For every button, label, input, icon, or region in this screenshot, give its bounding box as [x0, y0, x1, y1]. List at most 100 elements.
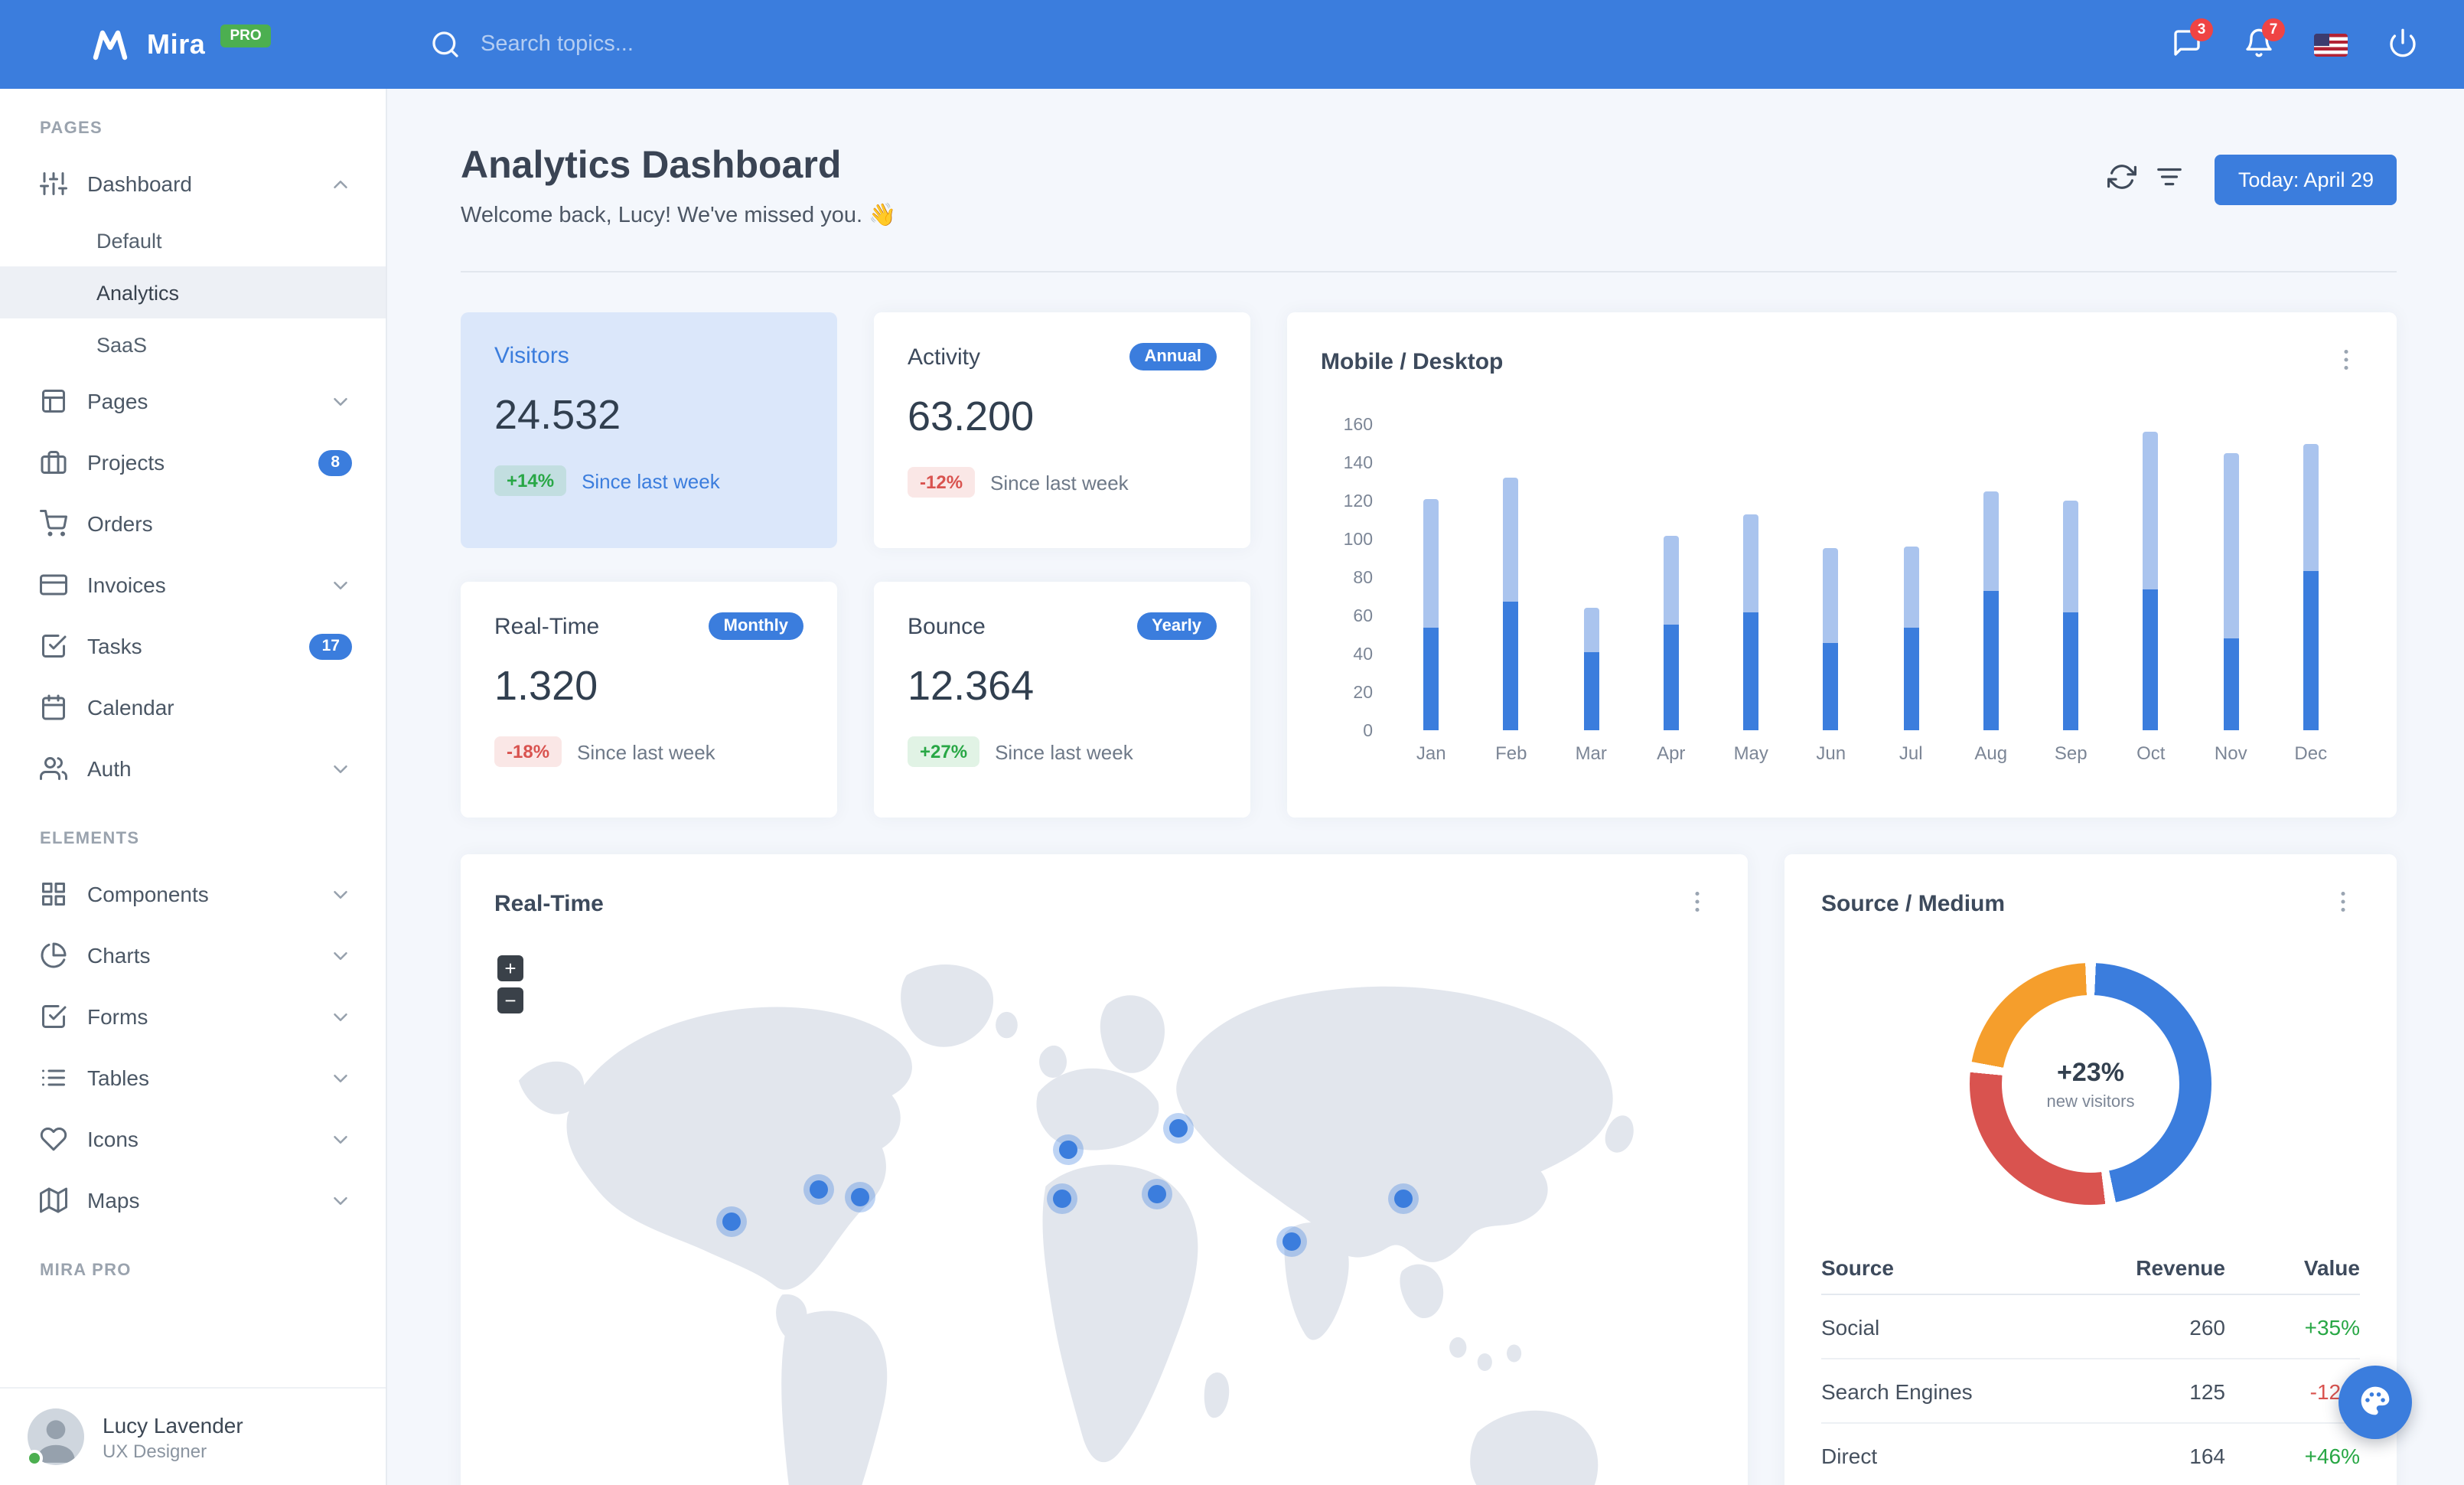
user-name: Lucy Lavender: [103, 1412, 243, 1437]
sidebar-item-calendar[interactable]: Calendar: [0, 677, 386, 738]
user-info: Lucy Lavender UX Designer: [103, 1412, 243, 1461]
bottom-row: Real-Time + − Source / Medium +23% new v…: [461, 854, 2397, 1485]
y-axis-tick: 60: [1353, 608, 1373, 626]
theme-settings-button[interactable]: [2339, 1366, 2412, 1439]
chevron-up-icon: [329, 172, 352, 195]
wave-emoji: 👋: [869, 204, 897, 228]
map-marker[interactable]: [1147, 1184, 1166, 1203]
sidebar-item-label: Calendar: [87, 695, 174, 720]
sidebar-item-projects[interactable]: Projects 8: [0, 432, 386, 493]
source-medium-title: Source / Medium: [1821, 891, 2006, 917]
y-axis-tick: 0: [1363, 723, 1373, 741]
chevron-down-icon: [329, 1189, 352, 1212]
map-marker[interactable]: [851, 1187, 870, 1206]
sidebar-nav: PAGES Dashboard Default Analytics SaaS Pages P…: [0, 89, 386, 1295]
navbar-actions: 3 7: [2156, 14, 2464, 75]
sidebar-item-label: Tasks: [87, 634, 142, 658]
map-zoom-controls: + −: [497, 955, 523, 1013]
card-menu-button[interactable]: [2326, 885, 2360, 923]
bar-jan[interactable]: [1391, 424, 1472, 730]
bar-segment-desktop: [1823, 548, 1839, 642]
bar-apr[interactable]: [1631, 424, 1712, 730]
sidebar-item-icons[interactable]: Icons: [0, 1108, 386, 1170]
sidebar-subitem-analytics[interactable]: Analytics: [0, 266, 386, 318]
search-icon: [430, 29, 461, 60]
map-marker[interactable]: [1393, 1190, 1413, 1209]
bar-segment-mobile: [1823, 642, 1839, 730]
zoom-out-button[interactable]: −: [497, 987, 523, 1013]
zoom-in-button[interactable]: +: [497, 955, 523, 981]
sidebar-item-label: Auth: [87, 756, 132, 781]
shopping-cart-icon: [40, 510, 67, 537]
bars-plot: [1391, 424, 2351, 730]
bar-jul[interactable]: [1871, 424, 1951, 730]
donut-chart: +23% new visitors: [1970, 963, 2211, 1205]
sidebar-item-auth[interactable]: Auth: [0, 738, 386, 799]
bar-mar[interactable]: [1551, 424, 1631, 730]
map-marker[interactable]: [1283, 1232, 1302, 1252]
map-marker[interactable]: [1169, 1118, 1188, 1137]
brand[interactable]: Mira PRO: [0, 24, 387, 63]
sidebar-item-tasks[interactable]: Tasks 17: [0, 615, 386, 677]
stat-card-activity: Activity Annual 63.200 -12% Since last week: [874, 312, 1250, 548]
stat-title: Bounce: [908, 613, 986, 639]
notifications-button[interactable]: 7: [2228, 14, 2290, 75]
bar-aug[interactable]: [1951, 424, 2032, 730]
refresh-button[interactable]: [2099, 153, 2146, 205]
bar-feb[interactable]: [1472, 424, 1552, 730]
sidebar-subitem-default[interactable]: Default: [0, 214, 386, 266]
sidebar-item-forms[interactable]: Forms: [0, 986, 386, 1047]
sidebar-item-invoices[interactable]: Invoices: [0, 554, 386, 615]
navbar-search: [430, 29, 829, 60]
map-marker[interactable]: [1052, 1190, 1071, 1209]
cell-source: Direct: [1821, 1423, 2058, 1485]
bar-chart: 0 20 40 60 80 100 120 140 160 Jan Feb Mar Apr May Jun…: [1321, 416, 2363, 785]
search-input[interactable]: [477, 31, 829, 58]
sidebar-item-maps[interactable]: Maps: [0, 1170, 386, 1231]
realtime-map-card: Real-Time + −: [461, 854, 1748, 1485]
sidebar-user[interactable]: Lucy Lavender UX Designer: [0, 1387, 386, 1485]
sidebar-item-components[interactable]: Components: [0, 863, 386, 925]
bar-segment-desktop: [2223, 452, 2239, 638]
sidebar-item-charts[interactable]: Charts: [0, 925, 386, 986]
map-marker[interactable]: [722, 1212, 741, 1231]
map-marker[interactable]: [1059, 1141, 1078, 1160]
bar-may[interactable]: [1711, 424, 1791, 730]
bar-dec[interactable]: [2271, 424, 2352, 730]
bar-oct[interactable]: [2111, 424, 2192, 730]
chevron-down-icon: [329, 573, 352, 596]
sidebar-item-label: Dashboard: [87, 171, 192, 196]
messages-button[interactable]: 3: [2156, 14, 2218, 75]
map-marker[interactable]: [810, 1180, 828, 1199]
notifications-badge: 7: [2262, 18, 2285, 41]
bar-sep[interactable]: [2031, 424, 2111, 730]
sidebar-item-pages[interactable]: Pages: [0, 370, 386, 432]
page-title: Analytics Dashboard: [461, 144, 842, 187]
sidebar-subitem-saas[interactable]: SaaS: [0, 318, 386, 370]
page-header-text: Analytics Dashboard Welcome back, Lucy! …: [461, 144, 896, 228]
filter-button[interactable]: [2146, 153, 2194, 205]
stat-value: 24.532: [494, 392, 621, 438]
bar-nov[interactable]: [2191, 424, 2271, 730]
sidebar-item-tables[interactable]: Tables: [0, 1047, 386, 1108]
heart-icon: [40, 1125, 67, 1153]
source-medium-table: Source Revenue Value Social 260 +35% Search E…: [1821, 1242, 2360, 1485]
date-range-button[interactable]: Today: April 29: [2215, 154, 2397, 204]
card-menu-button[interactable]: [1680, 885, 1714, 923]
language-flag-button[interactable]: [2300, 14, 2361, 75]
stat-change-badge: -18%: [494, 736, 562, 767]
header-actions: Today: April 29: [2099, 153, 2397, 205]
card-menu-button[interactable]: [2329, 343, 2363, 381]
more-vertical-icon: [2329, 888, 2357, 920]
sidebar-item-orders[interactable]: Orders: [0, 493, 386, 554]
sidebar-item-dashboard[interactable]: Dashboard: [0, 153, 386, 214]
bar-jun[interactable]: [1791, 424, 1872, 730]
sidebar-item-badge: 17: [309, 633, 352, 659]
y-axis-tick: 140: [1343, 455, 1373, 473]
y-axis-tick: 80: [1353, 570, 1373, 588]
y-axis-tick: 20: [1353, 684, 1373, 703]
donut-center-sublabel: new visitors: [2046, 1092, 2135, 1111]
sign-out-button[interactable]: [2372, 14, 2433, 75]
x-axis-label: Jan: [1416, 742, 1446, 764]
donut-center-label: +23%: [2057, 1057, 2124, 1086]
